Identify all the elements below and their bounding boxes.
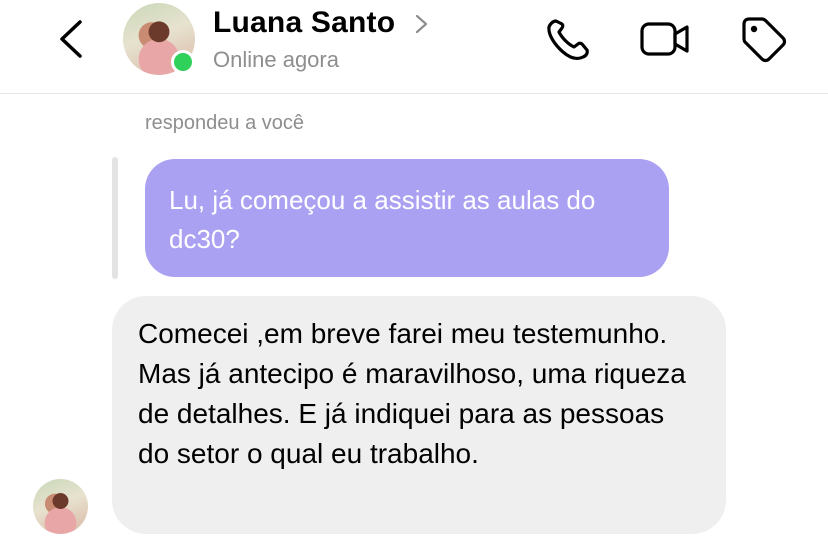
tag-icon[interactable] xyxy=(738,14,788,64)
received-message-text: Comecei ,em breve farei meu testemunho. … xyxy=(138,318,694,469)
reply-context-label: respondeu a você xyxy=(145,112,305,134)
video-camera-icon[interactable] xyxy=(639,17,691,61)
online-status-text: Online agora xyxy=(213,47,339,72)
reply-indicator-bar xyxy=(112,157,118,279)
online-status-dot xyxy=(171,50,195,74)
sent-message-bubble[interactable]: Lu, já começou a assistir as aulas do dc… xyxy=(145,159,669,277)
contact-name[interactable]: Luana Santo xyxy=(213,6,395,40)
chevron-right-icon[interactable] xyxy=(412,12,432,36)
sender-avatar[interactable] xyxy=(33,479,88,534)
back-button[interactable] xyxy=(52,14,92,64)
chevron-left-icon xyxy=(60,20,82,58)
chat-header: Luana Santo Online agora xyxy=(0,0,828,94)
phone-icon[interactable] xyxy=(543,15,593,63)
received-message-bubble[interactable]: Comecei ,em breve farei meu testemunho. … xyxy=(112,296,726,534)
